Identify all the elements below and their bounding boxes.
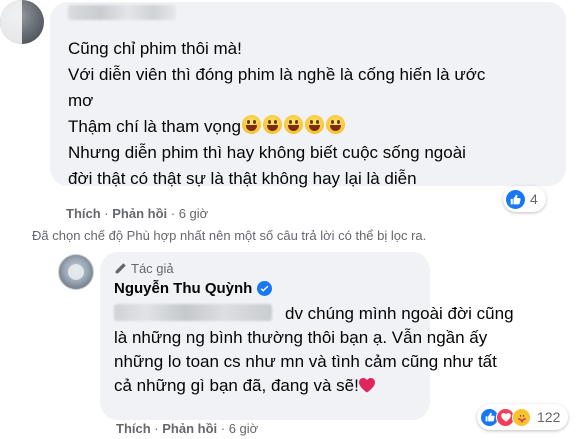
- author-tag-label: Tác giả: [131, 261, 174, 276]
- comment-bubble: Cũng chỉ phim thôi mà! Với diễn viên thì…: [50, 2, 566, 188]
- laughing-emoji-icon: [262, 115, 282, 134]
- reply-text: là những ng bình thường thôi bạn ạ. Vẫn …: [114, 326, 497, 398]
- reply-link[interactable]: Phản hồi: [112, 206, 167, 221]
- like-link[interactable]: Thích: [116, 421, 151, 436]
- comment-line: Cũng chỉ phim thôi mà!: [68, 39, 242, 58]
- like-link[interactable]: Thích: [66, 206, 101, 221]
- comment-line: mơ: [68, 91, 94, 110]
- reply-bubble: Tác giả Nguyễn Thu Quỳnh dv chúng mình n…: [100, 252, 514, 420]
- filter-notice: Đã chọn chế độ Phù hợp nhất nên một số c…: [32, 228, 427, 243]
- reply-actions: Thích · Phản hồi · 6 giờ: [116, 421, 259, 436]
- comment-time[interactable]: 6 giờ: [179, 206, 209, 221]
- reply-time[interactable]: 6 giờ: [229, 421, 259, 436]
- author-name[interactable]: Nguyễn Thu Quỳnh: [114, 280, 273, 297]
- reply-line: là những ng bình thường thôi bạn ạ. Vẫn …: [114, 328, 488, 347]
- comment-line: Nhưng diễn phim thì hay không biết cuộc …: [68, 143, 466, 162]
- like-reaction-icon: [506, 189, 525, 209]
- verified-badge-icon: [257, 281, 273, 296]
- care-reaction-icon: [512, 407, 531, 427]
- laughing-emoji-icon: [241, 115, 261, 134]
- reply-link[interactable]: Phản hồi: [162, 421, 217, 436]
- pen-icon: [115, 263, 126, 274]
- blurred-commenter-name[interactable]: [68, 5, 176, 20]
- reply-reaction-summary[interactable]: 122: [477, 404, 569, 430]
- reply-line: cả những gì bạn đã, đang và sẽ!: [114, 374, 434, 398]
- comment-line: Với diễn viên thì đóng phim là nghề là c…: [68, 65, 486, 84]
- comment-line: Thậm chí là tham vọng: [68, 114, 558, 140]
- reply-line: những lo toan cs như mn và tình cảm cũng…: [114, 352, 497, 371]
- commenter-avatar[interactable]: [0, 0, 44, 44]
- blurred-mention[interactable]: [114, 304, 272, 321]
- laughing-emoji-icon: [283, 115, 303, 134]
- reaction-count: 122: [537, 409, 561, 425]
- comment-actions: Thích · Phản hồi · 6 giờ: [66, 206, 209, 221]
- comment-text: Cũng chỉ phim thôi mà! Với diễn viên thì…: [68, 36, 558, 192]
- comment-reaction-summary[interactable]: 4: [503, 186, 546, 212]
- laughing-emoji-icon: [304, 115, 324, 134]
- reply-line: dv chúng mình ngoài đời cũng: [285, 304, 514, 323]
- laughing-emoji-group: [241, 115, 345, 134]
- author-badge: Tác giả: [114, 261, 174, 276]
- red-heart-icon: [358, 378, 375, 393]
- author-avatar[interactable]: [58, 254, 94, 290]
- reaction-count: 4: [530, 191, 538, 207]
- comment-line: đời thật có thật sự là thật không hay lạ…: [68, 169, 417, 188]
- laughing-emoji-icon: [325, 115, 345, 134]
